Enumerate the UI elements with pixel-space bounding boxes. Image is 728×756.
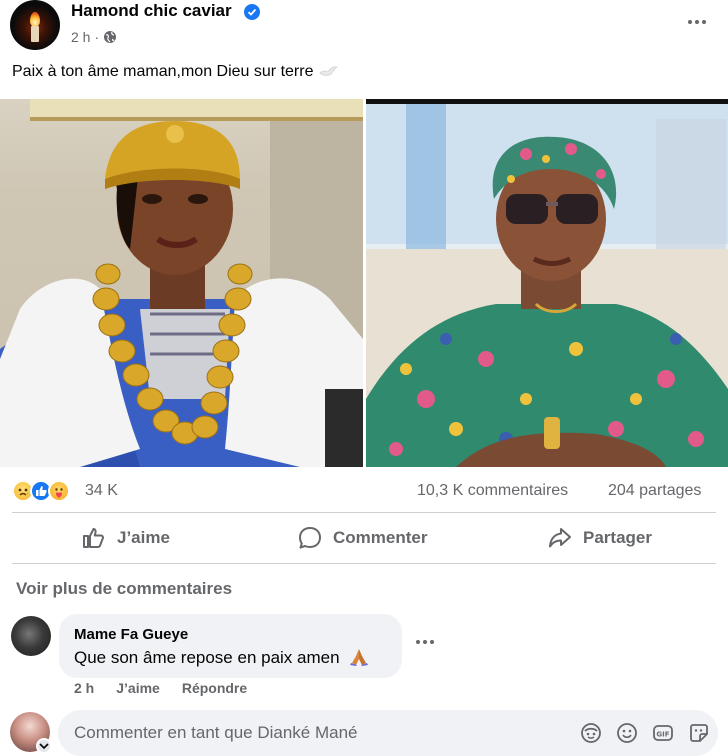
share-button[interactable]: Partager bbox=[547, 513, 652, 563]
comment-label: Commenter bbox=[333, 528, 428, 547]
page-name[interactable]: Hamond chic caviar bbox=[71, 1, 232, 21]
meta-separator: · bbox=[94, 29, 100, 45]
chevron-down-icon[interactable] bbox=[36, 738, 52, 754]
comment-text-content: Que son âme repose en paix amen bbox=[74, 648, 340, 667]
emoji-icon[interactable] bbox=[616, 722, 638, 744]
dove-icon bbox=[319, 66, 338, 76]
photo-top-edge bbox=[366, 99, 728, 104]
post-header: Hamond chic caviar 2 h · bbox=[0, 0, 728, 56]
svg-text:GIF: GIF bbox=[656, 731, 669, 739]
comment-options-icon[interactable] bbox=[416, 640, 434, 644]
comment-author[interactable]: Mame Fa Gueye bbox=[74, 626, 188, 643]
post-options-icon[interactable] bbox=[684, 14, 710, 30]
candle-flame-icon bbox=[30, 12, 40, 27]
sticker-icon[interactable] bbox=[688, 722, 710, 744]
comment-links: 2 h J’aime Répondre bbox=[74, 680, 247, 696]
see-more-comments-link[interactable]: Voir plus de commentaires bbox=[16, 579, 232, 599]
care-reaction-icon bbox=[48, 480, 70, 502]
post-actions: J’aime Commenter Partager bbox=[0, 513, 728, 563]
composer-tools: GIF bbox=[580, 722, 710, 744]
post-text: Paix à ton âme maman,mon Dieu sur terre bbox=[12, 63, 338, 81]
comment-item: Mame Fa Gueye Que son âme repose en paix… bbox=[0, 612, 728, 702]
comment-button[interactable]: Commenter bbox=[297, 513, 427, 563]
candle-icon bbox=[31, 26, 39, 42]
verified-badge-icon bbox=[244, 4, 260, 20]
reaction-count[interactable]: 34 K bbox=[85, 482, 118, 500]
comment-reply-link[interactable]: Répondre bbox=[182, 680, 247, 696]
reaction-bar: 34 K 10,3 K commentaires 204 partages bbox=[0, 478, 728, 504]
post-time[interactable]: 2 h bbox=[71, 29, 90, 45]
comment-composer: GIF bbox=[0, 706, 728, 756]
post-text-content: Paix à ton âme maman,mon Dieu sur terre bbox=[12, 63, 314, 80]
comment-text: Que son âme repose en paix amen bbox=[74, 648, 370, 668]
photo-crowned-woman[interactable] bbox=[0, 99, 363, 467]
divider-bottom bbox=[12, 563, 716, 564]
page-avatar[interactable] bbox=[10, 0, 60, 50]
post-photos bbox=[0, 99, 728, 467]
comments-count[interactable]: 10,3 K commentaires bbox=[417, 482, 568, 500]
comment-bubble: Mame Fa Gueye Que son âme repose en paix… bbox=[59, 614, 402, 678]
shares-count[interactable]: 204 partages bbox=[608, 482, 701, 500]
photo-woman-sunglasses[interactable] bbox=[366, 99, 728, 467]
avatar-sticker-icon[interactable] bbox=[580, 722, 602, 744]
share-label: Partager bbox=[583, 528, 652, 547]
globe-icon bbox=[104, 31, 117, 43]
comment-bubble-icon bbox=[299, 527, 321, 549]
comment-like-link[interactable]: J’aime bbox=[116, 680, 160, 696]
reaction-icons[interactable] bbox=[12, 480, 84, 502]
praying-hands-icon bbox=[350, 649, 369, 666]
commenter-avatar[interactable] bbox=[11, 616, 51, 656]
like-label: J’aime bbox=[117, 528, 170, 547]
thumbs-up-icon bbox=[83, 528, 104, 548]
post-meta: 2 h · bbox=[71, 29, 117, 45]
comment-time[interactable]: 2 h bbox=[74, 680, 94, 696]
gif-icon[interactable]: GIF bbox=[652, 722, 674, 744]
share-arrow-icon bbox=[549, 528, 571, 548]
like-button[interactable]: J’aime bbox=[81, 513, 170, 563]
